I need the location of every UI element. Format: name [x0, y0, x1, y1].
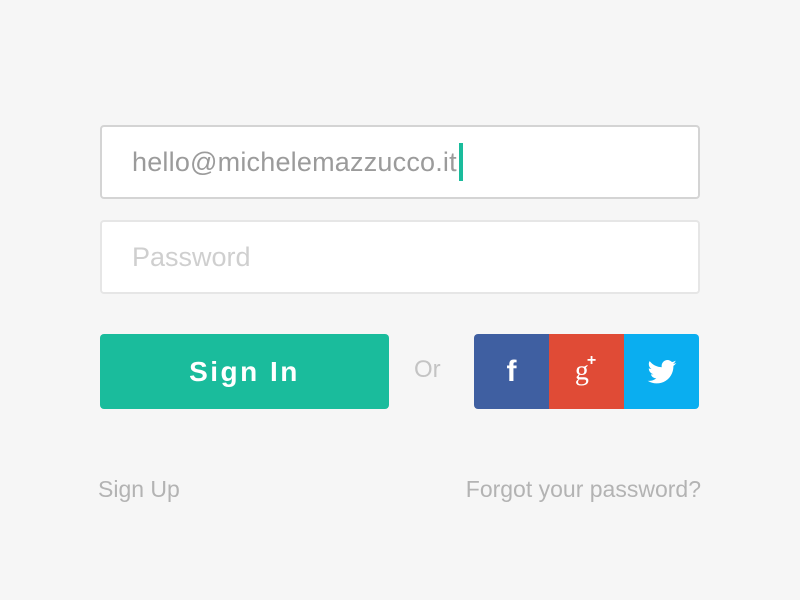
twitter-login-button[interactable] [624, 334, 699, 409]
google-plus-sign: + [586, 352, 597, 370]
password-placeholder: Password [132, 241, 251, 272]
facebook-login-button[interactable]: f [474, 334, 549, 409]
social-login-group: f g+ [474, 334, 699, 409]
or-separator: Or [414, 356, 441, 383]
email-value: hello@michelemazzucco.it [132, 146, 457, 177]
email-field[interactable]: hello@michelemazzucco.it [100, 125, 700, 199]
google-plus-icon: g+ [575, 353, 598, 385]
sign-up-link[interactable]: Sign Up [98, 476, 180, 503]
facebook-icon: f [506, 354, 517, 388]
twitter-icon [647, 359, 676, 383]
sign-in-button[interactable]: Sign In [100, 334, 389, 409]
forgot-password-link[interactable]: Forgot your password? [466, 476, 701, 503]
sign-in-label: Sign In [189, 355, 300, 387]
password-field[interactable]: Password [100, 220, 700, 294]
login-page: hello@michelemazzucco.it Password Sign I… [0, 0, 800, 600]
text-caret [458, 143, 463, 181]
google-plus-login-button[interactable]: g+ [549, 334, 624, 409]
